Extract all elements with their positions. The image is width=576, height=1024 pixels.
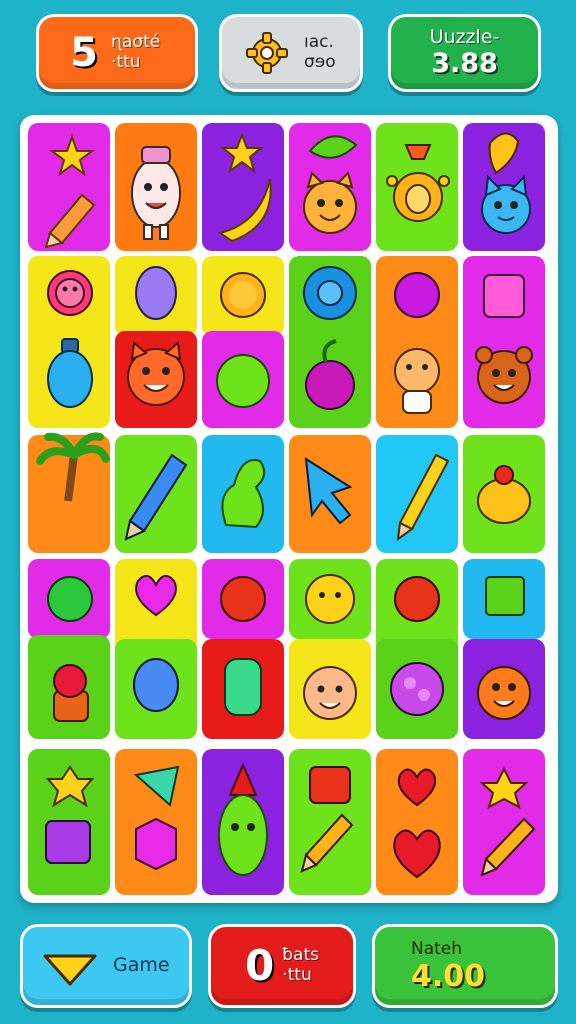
gear-icon [246, 32, 288, 74]
jar-icon [224, 658, 262, 716]
game-button[interactable]: Game [20, 924, 192, 1008]
chevron-down-icon [43, 954, 97, 986]
bats-label-line2: ·ttu [282, 965, 312, 985]
smiling-face-icon [303, 666, 357, 720]
mug-icon [483, 274, 525, 318]
cat-face-icon [127, 341, 185, 406]
pumpkin-face-icon [477, 666, 531, 720]
sun-icon [220, 576, 266, 622]
bear-face-icon [475, 346, 533, 404]
bats-counter-button[interactable]: 0 ƀats ·ttu [208, 924, 356, 1008]
lives-label-line2: ·ttu [111, 52, 141, 72]
sun-icon [47, 576, 93, 622]
lives-count: 5 [70, 30, 98, 76]
bats-label-line1: ƀats [282, 945, 319, 966]
candy-icon [390, 662, 444, 716]
bear-face-icon [305, 574, 355, 624]
apple-icon [394, 576, 440, 622]
lives-label-line1: ɳaσté [111, 32, 161, 53]
game-button-label: Game [113, 954, 170, 977]
gift-icon [309, 766, 351, 804]
gear-icon [303, 266, 357, 320]
bag-icon [45, 820, 91, 864]
cat-face-icon [303, 171, 357, 234]
puzzle-title: Uuzzle- [429, 25, 500, 48]
puzzle-score: 3.88 [431, 48, 498, 80]
apple-icon [216, 354, 270, 408]
match-score: 4.00 [411, 958, 486, 994]
sun-icon [220, 272, 266, 318]
bats-count: 0 [245, 941, 275, 990]
game-board [20, 115, 558, 903]
match-score-button[interactable]: Nateh 4.00 [372, 924, 558, 1008]
bug-icon [394, 272, 440, 318]
tile-grid [28, 123, 545, 895]
puzzle-score-panel[interactable]: Uuzzle- 3.88 [388, 14, 541, 92]
settings-label-line1: ıac. [304, 32, 334, 53]
balloon-icon [133, 658, 179, 712]
match-title: Nateh [411, 938, 463, 959]
lives-counter-button[interactable]: 5 ɳaσté ·ttu [36, 14, 198, 92]
balloon-icon [135, 266, 177, 320]
settings-button[interactable]: ıac. σɘo [219, 14, 363, 92]
potted-plant-icon [53, 664, 89, 722]
cube-icon [135, 817, 177, 871]
settings-label-line2: σɘo [304, 52, 336, 72]
blue-creature-icon [481, 174, 531, 234]
flower-icon [47, 270, 93, 316]
box-icon [485, 576, 525, 616]
